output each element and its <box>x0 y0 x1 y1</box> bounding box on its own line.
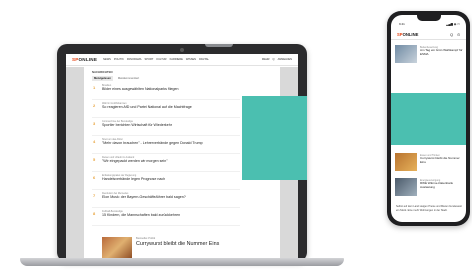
page-margin-left <box>66 67 84 259</box>
list-item[interactable]: Energieversorgung RWE Wärme-Datenbank Au… <box>395 178 466 200</box>
featured-title: Currywurst bleibt die Nummer Eins <box>136 241 220 247</box>
laptop-page-content: NACHRICHTEN Meistgelesen Meistkommentier… <box>86 70 256 250</box>
search-icon[interactable]: Q <box>450 32 453 37</box>
list-item[interactable]: 7 Revolution bei Mercedes Elon Musk: der… <box>92 190 240 208</box>
login-link[interactable]: ANMELDEN <box>278 58 292 61</box>
list-item[interactable]: 4 Streit um das Abitur "Mehr davon brauc… <box>92 136 240 154</box>
site-logo[interactable]: SPONLINE <box>72 57 97 62</box>
item-title: Elon Musk: der Bayern-Geschäftsführer ba… <box>102 195 186 199</box>
nav-item-digital[interactable]: DIGITAL <box>199 58 209 61</box>
section-heading: NACHRICHTEN <box>92 70 113 74</box>
item-title: Bilder eines ausgewählten Nationalparks … <box>102 87 179 91</box>
article-teaser-text: Selbst auf dem Land steigen Preise und M… <box>396 205 462 212</box>
status-time: 9:41 <box>399 22 405 26</box>
nav-item-kultur[interactable]: KULTUR <box>156 58 166 61</box>
phone-site-header: SPONLINE Q ⊙ <box>391 29 466 40</box>
rank-number: 5 <box>93 157 96 162</box>
article-thumbnail <box>395 45 417 63</box>
item-title: RWE Wärme-Datenbank Auslastung <box>420 181 453 189</box>
item-title: Currywurst bleibt die Nummer Eins <box>420 156 460 164</box>
article-thumbnail <box>395 153 417 171</box>
item-title: "Wir eingepackt werden wir morgen sein" <box>102 159 168 163</box>
rank-number: 2 <box>93 103 96 108</box>
item-title: "Mehr davon brauchen" - Lehrerverbände g… <box>102 141 203 145</box>
list-item[interactable]: 6 Entlastungspaket der Regierung Handels… <box>92 172 240 190</box>
more-menu[interactable]: MEHR <box>262 58 270 61</box>
rank-number: 4 <box>93 139 96 144</box>
ad-banner[interactable] <box>242 96 307 180</box>
rank-number: 3 <box>93 121 96 126</box>
logo-text: ONLINE <box>402 32 419 37</box>
camera <box>180 48 184 52</box>
tab-most-commented[interactable]: Meistkommentiert <box>116 76 141 81</box>
phone: 9:41 ▂▄▆ ◉ ▭ SPONLINE Q ⊙ Bettenbesetzun… <box>387 11 470 226</box>
nav-item-panorama[interactable]: PANORAMA <box>127 58 142 61</box>
logo-text: ONLINE <box>78 57 98 62</box>
featured-thumbnail <box>102 237 132 259</box>
header-tools: MEHR Q ANMELDEN <box>262 58 292 61</box>
rank-number: 6 <box>93 175 96 180</box>
article-thumbnail <box>395 178 417 196</box>
featured-kicker: Bestseller-Politik <box>136 237 156 240</box>
list-item[interactable]: 1 Brasilien Bilder eines ausgewählten Na… <box>92 82 240 100</box>
list-item[interactable]: Bettenbesetzung Am Tag ein Grün Wahlkamp… <box>395 45 466 67</box>
nav-item-news[interactable]: NEWS <box>103 58 111 61</box>
nav-item-wissen[interactable]: WISSEN <box>186 58 196 61</box>
main-nav: NEWS POLITIK PANORAMA SPORT KULTUR KARRI… <box>103 58 209 61</box>
item-title: Sportler berichten Wirtschaft für Wieder… <box>102 123 172 127</box>
ad-banner[interactable] <box>391 93 466 145</box>
phone-screen: 9:41 ▂▄▆ ◉ ▭ SPONLINE Q ⊙ Bettenbesetzun… <box>391 15 466 222</box>
rank-number: 8 <box>93 211 96 216</box>
item-title: 15 Kindern, die Mannschaften bald zurück… <box>102 213 181 217</box>
list-item[interactable]: Essen und Trinken Currywurst bleibt die … <box>395 153 466 175</box>
item-title: So reagieren AfD und Partei National auf… <box>102 105 192 109</box>
item-title: Handelsverbände legen Prognose nach <box>102 177 166 181</box>
rank-number: 7 <box>93 193 96 198</box>
tab-bar: Meistgelesen Meistkommentiert <box>92 76 141 81</box>
phone-notch <box>417 15 441 21</box>
laptop-base <box>20 258 344 266</box>
nav-item-karriere[interactable]: KARRIERE <box>170 58 183 61</box>
site-header: SPONLINE NEWS POLITIK PANORAMA SPORT KUL… <box>66 54 298 66</box>
list-item[interactable]: 3 Corona-Krise der Bundesliga Sportler b… <box>92 118 240 136</box>
search-icon[interactable]: Q <box>273 58 275 61</box>
nav-item-politik[interactable]: POLITIK <box>114 58 124 61</box>
rank-number: 1 <box>93 85 96 90</box>
list-item[interactable]: 8 Fußball-Bundesliga 15 Kindern, die Man… <box>92 208 240 226</box>
featured-article[interactable]: Bestseller-Politik Currywurst bleibt die… <box>102 237 222 259</box>
item-title: Am Tag ein Grün Wahlkampf für ESMA <box>420 48 463 56</box>
laptop-notch <box>205 44 233 47</box>
user-icon[interactable]: ⊙ <box>457 32 460 37</box>
phone-site-logo[interactable]: SPONLINE <box>397 32 418 37</box>
list-item[interactable]: 5 Reisen und Urlaub im Ausland "Wir eing… <box>92 154 240 172</box>
tab-most-read[interactable]: Meistgelesen <box>92 76 113 81</box>
status-icons: ▂▄▆ ◉ ▭ <box>446 22 460 26</box>
ticker-list: 1 Brasilien Bilder eines ausgewählten Na… <box>92 82 240 226</box>
nav-item-sport[interactable]: SPORT <box>144 58 153 61</box>
list-item[interactable]: 2 Wahl in Großbritannien So reagieren Af… <box>92 100 240 118</box>
